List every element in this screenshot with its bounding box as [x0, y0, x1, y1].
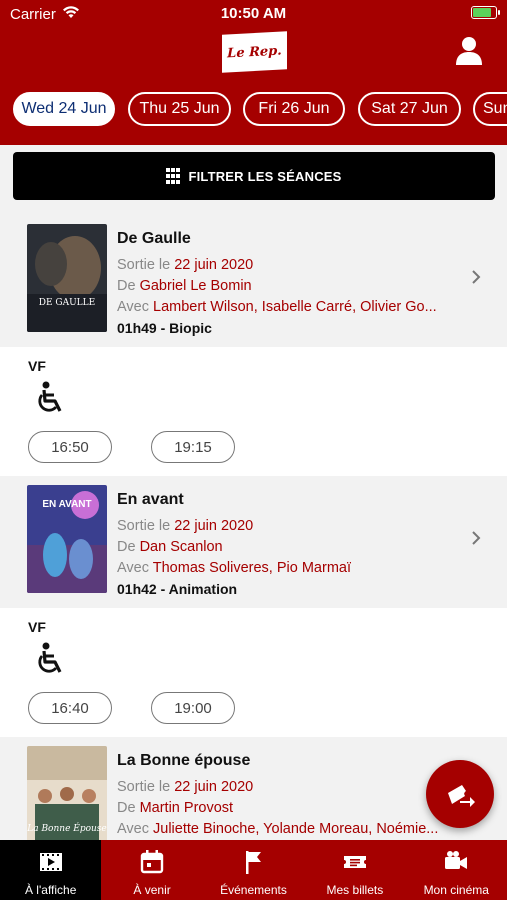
- movie-card[interactable]: EN AVANT En avant Sortie le 22 juin 2020…: [0, 476, 507, 608]
- date-pill-2[interactable]: Fri 26 Jun: [243, 92, 345, 126]
- clock: 10:50 AM: [220, 5, 287, 22]
- tab-label: Événements: [220, 883, 287, 897]
- release-line: Sortie le 22 juin 2020: [117, 257, 254, 273]
- release-line: Sortie le 22 juin 2020: [117, 779, 254, 795]
- director-line: De Gabriel Le Bomin: [117, 278, 252, 294]
- grid-icon: [166, 167, 181, 185]
- wheelchair-icon: [38, 642, 62, 673]
- date-pill-1[interactable]: Thu 25 Jun: [128, 92, 231, 126]
- date-pill-0[interactable]: Wed 24 Jun: [13, 92, 115, 126]
- poster-title: La Bonne Épouse: [27, 824, 107, 834]
- movie-meta: 01h49 - Biopic: [117, 320, 212, 336]
- movie-title: La Bonne épouse: [117, 752, 251, 769]
- movie-title: En avant: [117, 491, 184, 508]
- video-camera-icon: [445, 851, 468, 869]
- director-line: De Dan Scanlon: [117, 539, 223, 555]
- tab-evenements[interactable]: Événements: [203, 840, 304, 900]
- filter-label: FILTRER LES SÉANCES: [188, 168, 342, 184]
- movie-title: De Gaulle: [117, 230, 191, 247]
- cast-line: Avec Thomas Soliveres, Pio Marmaï: [117, 560, 351, 576]
- showtime-button[interactable]: 16:40: [28, 692, 112, 724]
- chevron-right-icon[interactable]: [471, 530, 481, 546]
- showtime-button[interactable]: 19:15: [151, 431, 235, 463]
- status-bar: Carrier 10:50 AM: [0, 0, 507, 28]
- movie-meta: 01h42 - Animation: [117, 581, 238, 597]
- wheelchair-icon: [38, 381, 62, 412]
- filter-area: FILTRER LES SÉANCES: [0, 145, 507, 215]
- ticket-fab-button[interactable]: [426, 760, 494, 828]
- user-icon[interactable]: [455, 36, 483, 66]
- poster-title: EN AVANT: [42, 499, 92, 510]
- date-pill-4[interactable]: Sun: [473, 92, 507, 126]
- calendar-icon: [140, 850, 164, 874]
- showtime-button[interactable]: 19:00: [151, 692, 235, 724]
- version-label: VF: [28, 619, 46, 635]
- release-line: Sortie le 22 juin 2020: [117, 518, 254, 534]
- tab-label: À venir: [133, 883, 171, 897]
- ticket-arrow-icon: [448, 785, 475, 807]
- movie-card[interactable]: DE GAULLE De Gaulle Sortie le 22 juin 20…: [0, 215, 507, 347]
- version-label: VF: [28, 358, 46, 374]
- filter-sessions-button[interactable]: FILTRER LES SÉANCES: [13, 152, 495, 200]
- date-pill-3[interactable]: Sat 27 Jun: [358, 92, 461, 126]
- tab-label: Mes billets: [326, 883, 384, 897]
- chevron-right-icon[interactable]: [471, 269, 481, 285]
- ticket-icon: [343, 856, 366, 868]
- sessions-block: VF 16:50 19:15: [0, 347, 507, 477]
- movie-poster: EN AVANT: [27, 485, 107, 593]
- cast-line: Avec Juliette Binoche, Yolande Moreau, N…: [117, 821, 439, 837]
- sessions-block: VF 16:40 19:00: [0, 608, 507, 738]
- tab-a-venir[interactable]: À venir: [101, 840, 202, 900]
- date-selector: Wed 24 Jun Thu 25 Jun Fri 26 Jun Sat 27 …: [0, 92, 507, 128]
- movie-poster: DE GAULLE: [27, 224, 107, 332]
- movie-poster: La Bonne Épouse: [27, 746, 107, 840]
- battery-icon: [471, 6, 500, 19]
- app-header: Carrier 10:50 AM Le Rep. Wed 24 Jun Thu …: [0, 0, 507, 145]
- cast-line: Avec Lambert Wilson, Isabelle Carré, Oli…: [117, 299, 437, 315]
- tab-label: À l'affiche: [24, 883, 77, 897]
- tab-bar: À l'affiche À venir Événements Mes bille…: [0, 840, 507, 900]
- poster-title: DE GAULLE: [38, 298, 96, 308]
- tab-label: Mon cinéma: [423, 883, 489, 897]
- showtime-button[interactable]: 16:50: [28, 431, 112, 463]
- cinema-logo[interactable]: Le Rep.: [222, 31, 287, 73]
- flag-icon: [246, 851, 262, 874]
- film-icon: [39, 853, 62, 871]
- tab-a-l-affiche[interactable]: À l'affiche: [0, 840, 102, 900]
- tab-mon-cinema[interactable]: Mon cinéma: [406, 840, 507, 900]
- tab-mes-billets[interactable]: Mes billets: [304, 840, 405, 900]
- director-line: De Martin Provost: [117, 800, 234, 816]
